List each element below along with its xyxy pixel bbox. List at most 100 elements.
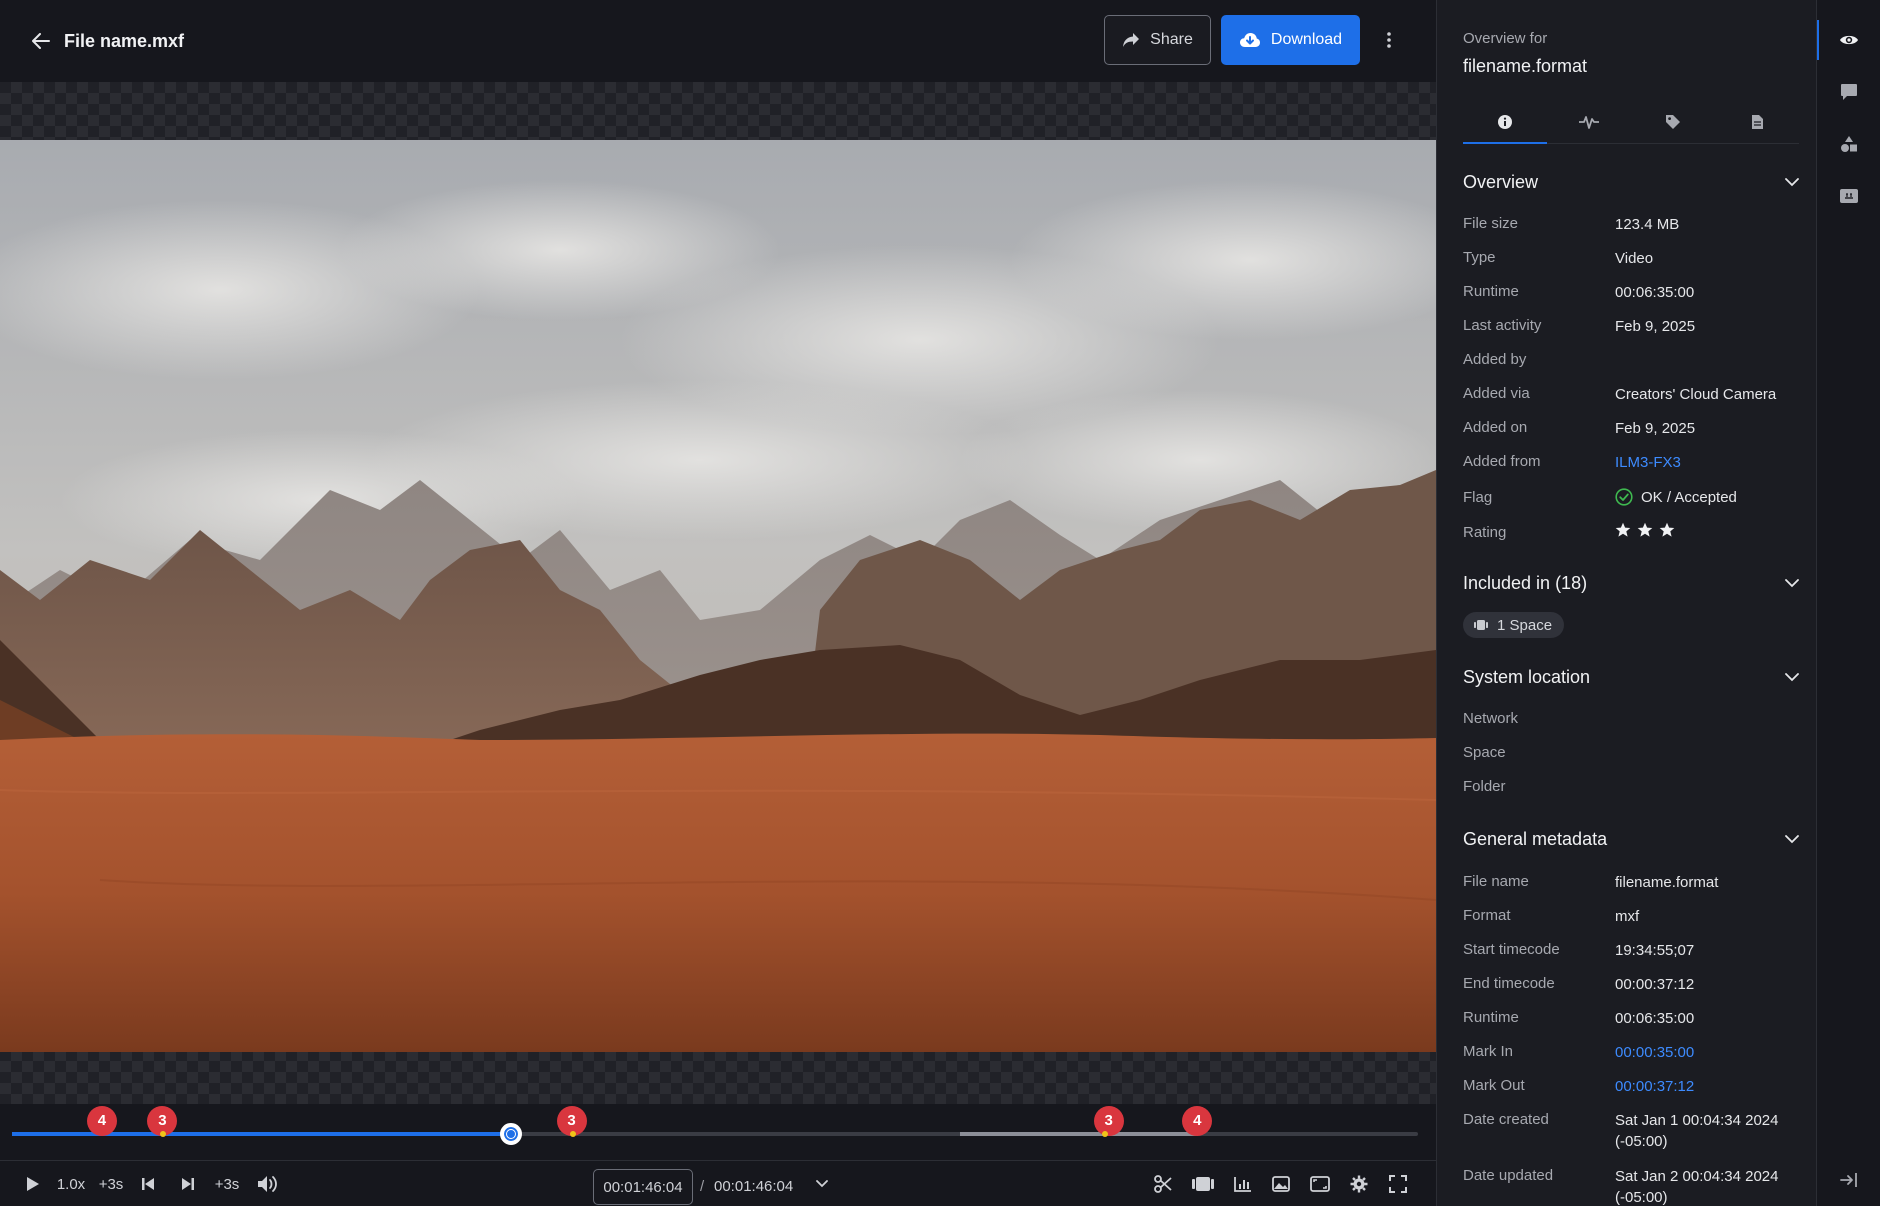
comment-marker[interactable]: 3 <box>1093 1106 1124 1136</box>
volume-button[interactable] <box>254 1171 282 1197</box>
rail-subtitles-button[interactable] <box>1817 176 1880 216</box>
added-from-link[interactable]: ILM3-FX3 <box>1615 454 1681 471</box>
start-timecode-value: 19:34:55;07 <box>1615 942 1695 959</box>
desert-landscape-image <box>0 140 1436 1052</box>
fullscreen-button[interactable] <box>1385 1171 1411 1197</box>
overview-section-header[interactable]: Overview <box>1463 167 1799 197</box>
tab-waveform[interactable] <box>1547 100 1631 143</box>
general-metadata-title: General metadata <box>1463 828 1608 849</box>
top-bar: File name.mxf Share Download <box>0 0 1436 82</box>
right-icon-rail <box>1816 0 1880 1206</box>
included-in-title: Included in (18) <box>1463 572 1588 593</box>
app-root: File name.mxf Share Download 4 3 3 3 4 1… <box>0 0 1880 1206</box>
back-button[interactable] <box>26 26 56 56</box>
timecode-format-dropdown[interactable] <box>812 1171 832 1197</box>
skip-back-button[interactable]: +3s <box>96 1171 126 1197</box>
safe-area-button[interactable] <box>1307 1171 1333 1197</box>
image-icon <box>1272 1176 1290 1192</box>
eye-icon <box>1840 35 1858 45</box>
space-chip[interactable]: 1 Space <box>1463 612 1565 638</box>
gear-icon <box>1350 1175 1368 1193</box>
runtime-value: 00:06:35:00 <box>1615 284 1695 301</box>
row-label: Runtime <box>1463 283 1519 300</box>
row-label: Mark In <box>1463 1043 1514 1060</box>
chevron-down-icon <box>816 1180 828 1188</box>
arrow-left-icon <box>32 33 50 49</box>
playhead-handle[interactable] <box>500 1123 523 1145</box>
chevron-down-icon <box>1785 578 1799 587</box>
tab-info[interactable] <box>1463 100 1547 144</box>
system-location-title: System location <box>1463 666 1591 687</box>
snapshot-button[interactable] <box>1268 1171 1294 1197</box>
timeline-tick <box>570 1131 576 1137</box>
format-value: mxf <box>1615 908 1640 925</box>
added-via-value: Creators' Cloud Camera <box>1615 386 1777 403</box>
mark-in-link[interactable]: 00:00:35:00 <box>1615 1044 1694 1061</box>
playback-speed[interactable]: 1.0x <box>54 1171 88 1197</box>
fullscreen-icon <box>1389 1175 1407 1193</box>
star-icon[interactable] <box>1637 522 1653 538</box>
share-button[interactable]: Share <box>1104 15 1211 65</box>
step-forward-icon <box>182 1178 194 1190</box>
row-label: Rating <box>1463 524 1507 541</box>
row-label: Date updated <box>1463 1167 1554 1184</box>
video-frame[interactable] <box>0 140 1436 1052</box>
row-label: Format <box>1463 907 1511 924</box>
timeline-scrubber[interactable]: 43334 <box>0 1104 1436 1160</box>
overview-for-label: Overview for <box>1463 30 1548 47</box>
network-label: Network <box>1463 710 1519 727</box>
details-panel: Overview for filename.format Overview Fi… <box>1436 0 1816 1206</box>
settings-button[interactable] <box>1346 1171 1372 1197</box>
share-label: Share <box>1150 31 1193 48</box>
space-chip-label: 1 Space <box>1497 616 1553 634</box>
rail-comments-button[interactable] <box>1817 72 1880 112</box>
filmstrip-button[interactable] <box>1188 1171 1218 1197</box>
scopes-button[interactable] <box>1230 1171 1256 1197</box>
row-label: Flag <box>1463 489 1493 506</box>
overview-title: Overview <box>1463 171 1539 192</box>
volume-icon <box>258 1176 277 1192</box>
rail-overview-button[interactable] <box>1817 20 1880 60</box>
timeline-played-range <box>12 1132 512 1136</box>
row-label: Added on <box>1463 419 1528 436</box>
play-button[interactable] <box>20 1171 46 1197</box>
rating-stars[interactable] <box>1615 522 1675 538</box>
more-options-button[interactable] <box>1376 25 1402 55</box>
tab-documents[interactable] <box>1715 100 1799 143</box>
subtitles-icon <box>1840 189 1858 203</box>
metadata-runtime-value: 00:06:35:00 <box>1615 1010 1695 1027</box>
flag-text: OK / Accepted <box>1641 488 1737 506</box>
timeline-selected-range <box>960 1132 1198 1136</box>
comment-marker[interactable]: 4 <box>86 1106 117 1136</box>
panel-filename: filename.format <box>1463 56 1588 76</box>
space-label: Space <box>1463 744 1506 761</box>
download-button[interactable]: Download <box>1221 15 1360 65</box>
row-label: Type <box>1463 249 1496 266</box>
next-frame-button[interactable] <box>176 1171 200 1197</box>
flag-value[interactable]: OK / Accepted <box>1615 488 1737 506</box>
filmstrip-icon <box>1192 1177 1214 1191</box>
system-location-section-header[interactable]: System location <box>1463 662 1799 692</box>
star-icon[interactable] <box>1659 522 1675 538</box>
file-title: File name.mxf <box>64 31 185 51</box>
step-back-icon <box>142 1178 154 1190</box>
current-timecode[interactable]: 00:01:46:04 <box>593 1169 693 1205</box>
tag-icon <box>1666 114 1680 129</box>
previous-frame-button[interactable] <box>136 1171 160 1197</box>
skip-forward-button[interactable]: +3s <box>212 1171 242 1197</box>
date-updated-value: Sat Jan 2 00:04:34 2024 <box>1615 1168 1779 1185</box>
video-viewer[interactable] <box>0 82 1436 1104</box>
star-icon[interactable] <box>1615 522 1631 538</box>
cloud-download-icon <box>1239 33 1260 47</box>
rail-shapes-button[interactable] <box>1817 124 1880 164</box>
waveform-icon <box>1579 115 1599 129</box>
row-label: Date created <box>1463 1111 1549 1128</box>
general-metadata-section-header[interactable]: General metadata <box>1463 824 1799 854</box>
share-icon <box>1123 33 1140 47</box>
trim-button[interactable] <box>1150 1171 1176 1197</box>
timecode-separator: / <box>700 1178 705 1195</box>
rail-collapse-button[interactable] <box>1817 1160 1880 1200</box>
included-in-section-header[interactable]: Included in (18) <box>1463 568 1799 598</box>
mark-out-link[interactable]: 00:00:37:12 <box>1615 1078 1694 1095</box>
tab-tags[interactable] <box>1631 100 1715 143</box>
